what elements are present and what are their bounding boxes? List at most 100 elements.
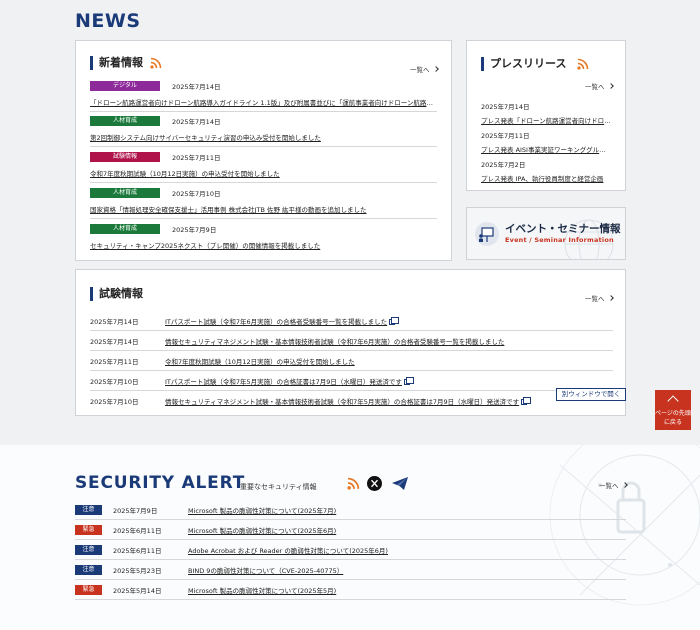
alert-level-badge: 注意 bbox=[75, 545, 102, 555]
exam-link[interactable]: 令和7年度秋期試験（10月12日実施）の申込受付を開始しました bbox=[165, 356, 355, 366]
exam-row: 2025年7月10日 情報セキュリティマネジメント試験・基本情報技術者試験（令和… bbox=[90, 391, 613, 411]
exam-row: 2025年7月11日 令和7年度秋期試験（10月12日実施）の申込受付を開始しま… bbox=[90, 351, 613, 371]
news-item-link[interactable]: 「ドローン航路運営者向けドローン航路導入ガイドライン 1.1版」及び附属書並びに… bbox=[90, 97, 437, 107]
exam-link-text: ITパスポート試験（令和7年6月実施）の合格者受験番号一覧を掲載しました bbox=[165, 318, 388, 326]
press-item-link[interactable]: プレス発表 IPA、執行役員制度と経営企画 bbox=[481, 173, 611, 183]
divider bbox=[90, 182, 437, 183]
chevron-right-icon bbox=[432, 66, 439, 72]
event-seminar-banner[interactable]: イベント・セミナー情報 Event / Seminar Information bbox=[466, 207, 626, 260]
news-item-link[interactable]: 国家資格「情報処理安全確保支援士」活用事例 株式会社JTB 佐野 紘平様の動画を… bbox=[90, 204, 437, 214]
exam-link-text: 令和7年度秋期試験（10月12日実施）の申込受付を開始しました bbox=[165, 358, 355, 366]
external-link-icon bbox=[389, 317, 400, 325]
category-badge: 試験情報 bbox=[90, 152, 160, 162]
page-top-button[interactable]: ページの先頭に戻る bbox=[655, 390, 691, 430]
alert-link[interactable]: BIND 9の脆弱性対策について（CVE-2025-40775） bbox=[188, 565, 343, 575]
alert-date: 2025年6月11日 bbox=[113, 547, 162, 555]
exam-info-title: 試験情報 bbox=[90, 287, 143, 301]
news-item-link[interactable]: 令和7年度秋期試験（10月12日実施）の申込受付を開始しました bbox=[90, 168, 437, 178]
exam-link[interactable]: ITパスポート試験（令和7年5月実施）の合格証書は7月9日（水曜日）発送済です bbox=[165, 376, 414, 386]
alert-date: 2025年7月9日 bbox=[113, 507, 158, 515]
alert-row: 注意 2025年7月9日 Microsoft 製品の脆弱性対策について(2025… bbox=[75, 500, 626, 520]
category-badge: 人材育成 bbox=[90, 116, 160, 126]
exam-link-text: 情報セキュリティマネジメント試験・基本情報技術者試験（令和7年6月実施）の合格者… bbox=[165, 338, 505, 346]
exam-date: 2025年7月10日 bbox=[90, 378, 139, 386]
news-item: 人材育成 2025年7月14日 第2回制御システム向けサイバーセキュリティ演習の申… bbox=[90, 116, 437, 147]
divider bbox=[90, 218, 437, 219]
divider bbox=[90, 146, 437, 147]
exam-info-card: 試験情報 一覧へ 2025年7月14日 ITパスポート試験（令和7年6月実施）の… bbox=[75, 269, 626, 416]
exam-row: 2025年7月14日 ITパスポート試験（令和7年6月実施）の合格者受験番号一覧… bbox=[90, 311, 613, 331]
security-alert-section: SECURITY ALERT 重要なセキュリティ情報 一覧へ 注意 2025年7… bbox=[0, 445, 700, 630]
press-date: 2025年7月14日 bbox=[481, 103, 530, 111]
alert-level-badge: 緊急 bbox=[75, 525, 102, 535]
event-subtitle: Event / Seminar Information bbox=[505, 236, 614, 244]
press-item: 2025年7月14日 プレス発表「ドローン航路運営者向けドローン航路導入ガイドラ… bbox=[481, 101, 611, 125]
new-info-title: 新着情報 bbox=[90, 56, 143, 70]
news-item: 人材育成 2025年7月9日 セキュリティ・キャンプ2025ネクスト（プレ開催）の… bbox=[90, 224, 437, 250]
more-label: 一覧へ bbox=[585, 83, 605, 91]
chevron-right-icon bbox=[607, 295, 614, 301]
rss-icon[interactable] bbox=[150, 57, 162, 69]
security-alert-subtitle: 重要なセキュリティ情報 bbox=[240, 483, 317, 491]
news-item: 人材育成 2025年7月10日 国家資格「情報処理安全確保支援士」活用事例 株式会… bbox=[90, 188, 437, 219]
item-date: 2025年7月10日 bbox=[172, 190, 221, 198]
alert-row: 緊急 2025年6月11日 Microsoft 製品の脆弱性対策について(202… bbox=[75, 520, 626, 540]
press-release-title: プレスリリース bbox=[481, 57, 566, 71]
more-label: 一覧へ bbox=[410, 66, 430, 74]
rss-icon[interactable] bbox=[577, 58, 589, 70]
news-item-link[interactable]: セキュリティ・キャンプ2025ネクスト（プレ開催）の開催情報を掲載しました bbox=[90, 240, 437, 250]
new-info-card: 新着情報 一覧へ デジタル 2025年7月14日 「ドローン航路運営者向けドローン… bbox=[75, 40, 452, 261]
exam-date: 2025年7月14日 bbox=[90, 338, 139, 346]
press-more-link[interactable]: 一覧へ bbox=[585, 81, 614, 91]
exam-date: 2025年7月11日 bbox=[90, 358, 139, 366]
exam-date: 2025年7月10日 bbox=[90, 398, 139, 406]
chevron-right-icon bbox=[607, 83, 614, 89]
alert-level-badge: 注意 bbox=[75, 505, 102, 515]
press-date: 2025年7月2日 bbox=[481, 161, 526, 169]
exam-link[interactable]: 情報セキュリティマネジメント試験・基本情報技術者試験（令和7年5月実施）の合格証… bbox=[165, 396, 532, 406]
news-heading: NEWS bbox=[75, 10, 141, 32]
alert-date: 2025年5月23日 bbox=[113, 567, 162, 575]
page-top-label: ページの先頭に戻る bbox=[655, 410, 691, 426]
new-info-more-link[interactable]: 一覧へ bbox=[410, 64, 439, 74]
news-item: デジタル 2025年7月14日 「ドローン航路運営者向けドローン航路導入ガイドライ… bbox=[90, 81, 437, 112]
alert-link[interactable]: Adobe Acrobat および Reader の脆弱性対策について(2025… bbox=[188, 545, 388, 555]
alert-date: 2025年6月11日 bbox=[113, 527, 162, 535]
more-label: 一覧へ bbox=[599, 482, 619, 490]
security-alert-title: SECURITY ALERT bbox=[75, 473, 246, 493]
exam-row: 2025年7月10日 ITパスポート試験（令和7年5月実施）の合格証書は7月9日… bbox=[90, 371, 613, 391]
press-item: 2025年7月2日 プレス発表 IPA、執行役員制度と経営企画 bbox=[481, 159, 611, 183]
presentation-icon bbox=[475, 222, 499, 246]
external-link-icon bbox=[403, 377, 414, 385]
security-alert-more-link[interactable]: 一覧へ bbox=[599, 480, 628, 490]
category-badge: 人材育成 bbox=[90, 224, 160, 234]
alert-row: 注意 2025年6月11日 Adobe Acrobat および Reader の… bbox=[75, 540, 626, 560]
rss-icon[interactable] bbox=[347, 477, 360, 490]
alert-link[interactable]: Microsoft 製品の脆弱性対策について(2025年7月) bbox=[188, 505, 336, 515]
x-twitter-icon[interactable] bbox=[367, 476, 382, 491]
alert-row: 緊急 2025年5月14日 Microsoft 製品の脆弱性対策について(202… bbox=[75, 580, 626, 600]
news-item-link[interactable]: 第2回制御システム向けサイバーセキュリティ演習の申込み受付を開始しました bbox=[90, 132, 437, 142]
more-label: 一覧へ bbox=[585, 295, 605, 303]
alert-link[interactable]: Microsoft 製品の脆弱性対策について(2025年5月) bbox=[188, 585, 336, 595]
item-date: 2025年7月14日 bbox=[172, 118, 221, 126]
category-badge: デジタル bbox=[90, 81, 160, 91]
telegram-icon[interactable] bbox=[391, 476, 409, 491]
alert-link[interactable]: Microsoft 製品の脆弱性対策について(2025年6月) bbox=[188, 525, 336, 535]
chevron-right-icon bbox=[621, 482, 628, 488]
press-item-link[interactable]: プレス発表 AISI事業実証ワーキンググループ bbox=[481, 144, 611, 154]
press-date: 2025年7月11日 bbox=[481, 132, 530, 140]
press-release-card: プレスリリース 一覧へ 2025年7月14日 プレス発表「ドローン航路運営者向け… bbox=[466, 40, 626, 191]
new-window-tooltip: 別ウィンドウで開く bbox=[556, 388, 626, 401]
alert-row: 注意 2025年5月23日 BIND 9の脆弱性対策について（CVE-2025-… bbox=[75, 560, 626, 580]
exam-link-text: 情報セキュリティマネジメント試験・基本情報技術者試験（令和7年5月実施）の合格証… bbox=[165, 398, 520, 406]
press-item-link[interactable]: プレス発表「ドローン航路運営者向けドローン航路導入ガイドライン」 bbox=[481, 115, 611, 125]
item-date: 2025年7月14日 bbox=[172, 83, 221, 91]
exam-more-link[interactable]: 一覧へ bbox=[585, 293, 614, 303]
event-title: イベント・セミナー情報 bbox=[505, 223, 621, 235]
item-date: 2025年7月11日 bbox=[172, 154, 221, 162]
exam-link[interactable]: ITパスポート試験（令和7年6月実施）の合格者受験番号一覧を掲載しました bbox=[165, 316, 400, 326]
exam-link[interactable]: 情報セキュリティマネジメント試験・基本情報技術者試験（令和7年6月実施）の合格者… bbox=[165, 336, 504, 346]
press-item: 2025年7月11日 プレス発表 AISI事業実証ワーキンググループ bbox=[481, 130, 611, 154]
exam-date: 2025年7月14日 bbox=[90, 318, 139, 326]
